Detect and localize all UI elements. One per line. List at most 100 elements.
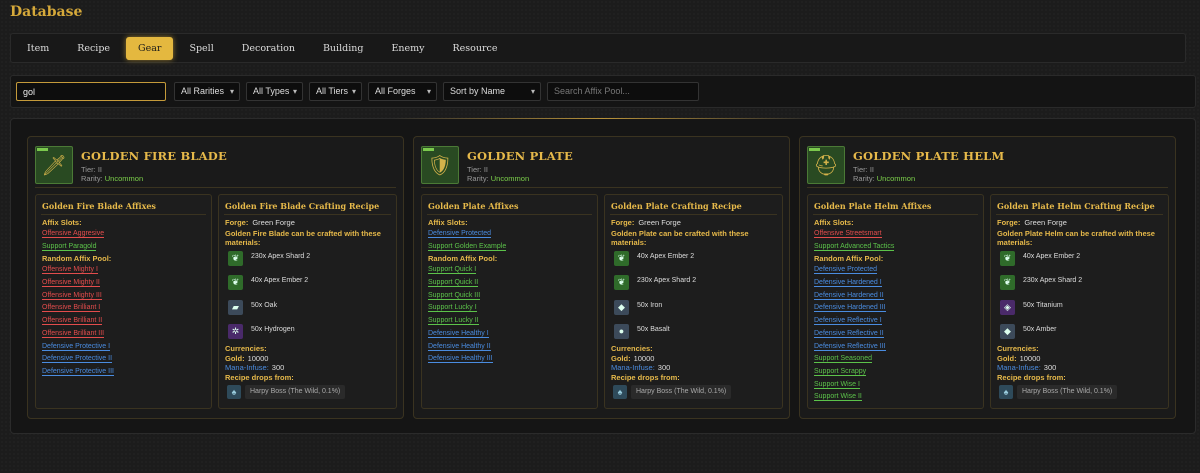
affix-pool-name[interactable]: Support Quick I [428, 266, 477, 275]
affix-pool-name[interactable]: Defensive Healthy III [428, 355, 493, 364]
affix-pool-name[interactable]: Support Quick III [428, 291, 481, 300]
material-item[interactable]: ❦ 40x Apex Ember 2 [611, 247, 778, 271]
affix-slot-name[interactable]: Support Paragold [42, 242, 97, 251]
affix-pool-link[interactable]: Defensive Reflective II [814, 328, 979, 341]
affix-slot-name[interactable]: Offensive Streetsmart [814, 230, 882, 238]
material-item[interactable]: ◈ 50x Titanium [997, 296, 1164, 320]
affix-slot-name[interactable]: Offensive Aggresive [42, 230, 105, 238]
drop-source-name[interactable]: Harpy Boss (The Wild, 0.1%) [631, 385, 732, 400]
gear-name[interactable]: GOLDEN PLATE HELM [853, 149, 1004, 163]
affix-pool-name[interactable]: Support Seasoned [814, 355, 872, 364]
affix-pool-link[interactable]: Offensive Brilliant II [42, 315, 207, 328]
affix-pool-link[interactable]: Defensive Protective II [42, 353, 207, 366]
tab-recipe[interactable]: Recipe [65, 37, 122, 60]
affix-search-input[interactable]: Search Affix Pool... [547, 82, 699, 101]
affix-pool-link[interactable]: Defensive Healthy II [428, 341, 593, 354]
tab-item[interactable]: Item [15, 37, 61, 60]
material-item[interactable]: ❦ 40x Apex Ember 2 [225, 271, 392, 295]
drop-source-name[interactable]: Harpy Boss (The Wild, 0.1%) [1017, 385, 1118, 400]
tab-resource[interactable]: Resource [441, 37, 510, 60]
affix-pool-name[interactable]: Defensive Protective III [42, 367, 114, 376]
affix-pool-name[interactable]: Support Scrappy [814, 367, 867, 376]
affix-pool-link[interactable]: Support Lucky I [428, 302, 593, 315]
affix-pool-name[interactable]: Defensive Hardened III [814, 304, 886, 313]
tier-select[interactable]: All Tiers ▾ [309, 82, 362, 101]
affix-slot-link[interactable]: Support Paragold [42, 241, 207, 254]
material-item[interactable]: ❦ 230x Apex Shard 2 [997, 271, 1164, 295]
affix-pool-link[interactable]: Support Quick III [428, 290, 593, 303]
drop-source[interactable]: ♠ Harpy Boss (The Wild, 0.1%) [611, 383, 778, 401]
affix-pool-link[interactable]: Defensive Protective I [42, 341, 207, 354]
drop-source[interactable]: ♠ Harpy Boss (The Wild, 0.1%) [225, 383, 392, 401]
drop-source-name[interactable]: Harpy Boss (The Wild, 0.1%) [245, 385, 346, 400]
search-input[interactable] [16, 82, 166, 101]
affix-slot-link[interactable]: Support Golden Example [428, 241, 593, 254]
material-item[interactable]: ◆ 50x Amber [997, 320, 1164, 344]
affix-pool-name[interactable]: Offensive Mighty I [42, 266, 98, 275]
material-item[interactable]: ❦ 230x Apex Shard 2 [611, 271, 778, 295]
affix-pool-name[interactable]: Support Quick II [428, 279, 479, 288]
affix-pool-link[interactable]: Defensive Reflective III [814, 341, 979, 354]
affix-pool-link[interactable]: Support Scrappy [814, 366, 979, 379]
affix-pool-link[interactable]: Support Lucky II [428, 315, 593, 328]
affix-pool-link[interactable]: Support Seasoned [814, 353, 979, 366]
affix-pool-name[interactable]: Support Lucky I [428, 304, 477, 313]
affix-pool-link[interactable]: Defensive Healthy I [428, 328, 593, 341]
affix-pool-name[interactable]: Defensive Protective I [42, 342, 111, 351]
affix-pool-name[interactable]: Defensive Hardened II [814, 291, 884, 300]
affix-pool-name[interactable]: Support Lucky II [428, 317, 479, 326]
affix-pool-link[interactable]: Offensive Mighty III [42, 290, 207, 303]
affix-pool-name[interactable]: Defensive Protected [814, 266, 878, 275]
affix-slot-link[interactable]: Offensive Aggresive [42, 228, 207, 241]
affix-pool-link[interactable]: Support Wise I [814, 379, 979, 392]
material-item[interactable]: ❦ 230x Apex Shard 2 [225, 247, 392, 271]
drop-source[interactable]: ♠ Harpy Boss (The Wild, 0.1%) [997, 383, 1164, 401]
affix-pool-name[interactable]: Support Wise I [814, 380, 860, 389]
affix-slot-link[interactable]: Defensive Protected [428, 228, 593, 241]
affix-pool-name[interactable]: Offensive Brilliant I [42, 304, 101, 313]
affix-pool-name[interactable]: Defensive Healthy I [428, 329, 489, 338]
gear-name[interactable]: GOLDEN PLATE [467, 149, 573, 163]
affix-slot-name[interactable]: Support Golden Example [428, 242, 507, 251]
tab-building[interactable]: Building [311, 37, 376, 60]
affix-pool-link[interactable]: Offensive Brilliant I [42, 302, 207, 315]
forge-select[interactable]: All Forges ▾ [368, 82, 437, 101]
affix-pool-link[interactable]: Support Quick II [428, 277, 593, 290]
affix-pool-link[interactable]: Defensive Healthy III [428, 353, 593, 366]
affix-pool-link[interactable]: Defensive Reflective I [814, 315, 979, 328]
affix-pool-name[interactable]: Defensive Healthy II [428, 342, 491, 351]
affix-slot-link[interactable]: Offensive Streetsmart [814, 228, 979, 241]
material-item[interactable]: ✲ 50x Hydrogen [225, 320, 392, 344]
affix-pool-name[interactable]: Defensive Protective II [42, 355, 113, 364]
rarity-select[interactable]: All Rarities ▾ [174, 82, 240, 101]
affix-pool-name[interactable]: Defensive Reflective II [814, 329, 884, 338]
affix-pool-link[interactable]: Offensive Mighty I [42, 264, 207, 277]
affix-pool-link[interactable]: Support Quick I [428, 264, 593, 277]
material-item[interactable]: ▰ 50x Oak [225, 296, 392, 320]
tab-decoration[interactable]: Decoration [230, 37, 307, 60]
affix-pool-link[interactable]: Defensive Hardened III [814, 302, 979, 315]
affix-pool-name[interactable]: Offensive Mighty II [42, 279, 100, 288]
sort-select[interactable]: Sort by Name ▾ [443, 82, 541, 101]
affix-pool-name[interactable]: Offensive Mighty III [42, 291, 102, 300]
affix-pool-link[interactable]: Offensive Brilliant III [42, 328, 207, 341]
material-item[interactable]: ❦ 40x Apex Ember 2 [997, 247, 1164, 271]
affix-pool-link[interactable]: Support Wise II [814, 391, 979, 404]
gear-name[interactable]: GOLDEN FIRE BLADE [81, 149, 227, 163]
tab-spell[interactable]: Spell [177, 37, 225, 60]
tab-enemy[interactable]: Enemy [379, 37, 436, 60]
tab-gear[interactable]: Gear [126, 36, 174, 60]
type-select[interactable]: All Types ▾ [246, 82, 303, 101]
material-item[interactable]: ● 50x Basalt [611, 320, 778, 344]
affix-pool-link[interactable]: Defensive Protected [814, 264, 979, 277]
material-item[interactable]: ◆ 50x Iron [611, 296, 778, 320]
affix-pool-name[interactable]: Defensive Reflective III [814, 342, 886, 351]
affix-pool-link[interactable]: Offensive Mighty II [42, 277, 207, 290]
affix-pool-link[interactable]: Defensive Hardened II [814, 290, 979, 303]
affix-pool-name[interactable]: Defensive Reflective I [814, 317, 882, 326]
affix-pool-name[interactable]: Offensive Brilliant III [42, 329, 105, 338]
affix-pool-link[interactable]: Defensive Protective III [42, 366, 207, 379]
affix-pool-link[interactable]: Defensive Hardened I [814, 277, 979, 290]
affix-pool-name[interactable]: Support Wise II [814, 393, 862, 402]
affix-slot-link[interactable]: Support Advanced Tactics [814, 241, 979, 254]
